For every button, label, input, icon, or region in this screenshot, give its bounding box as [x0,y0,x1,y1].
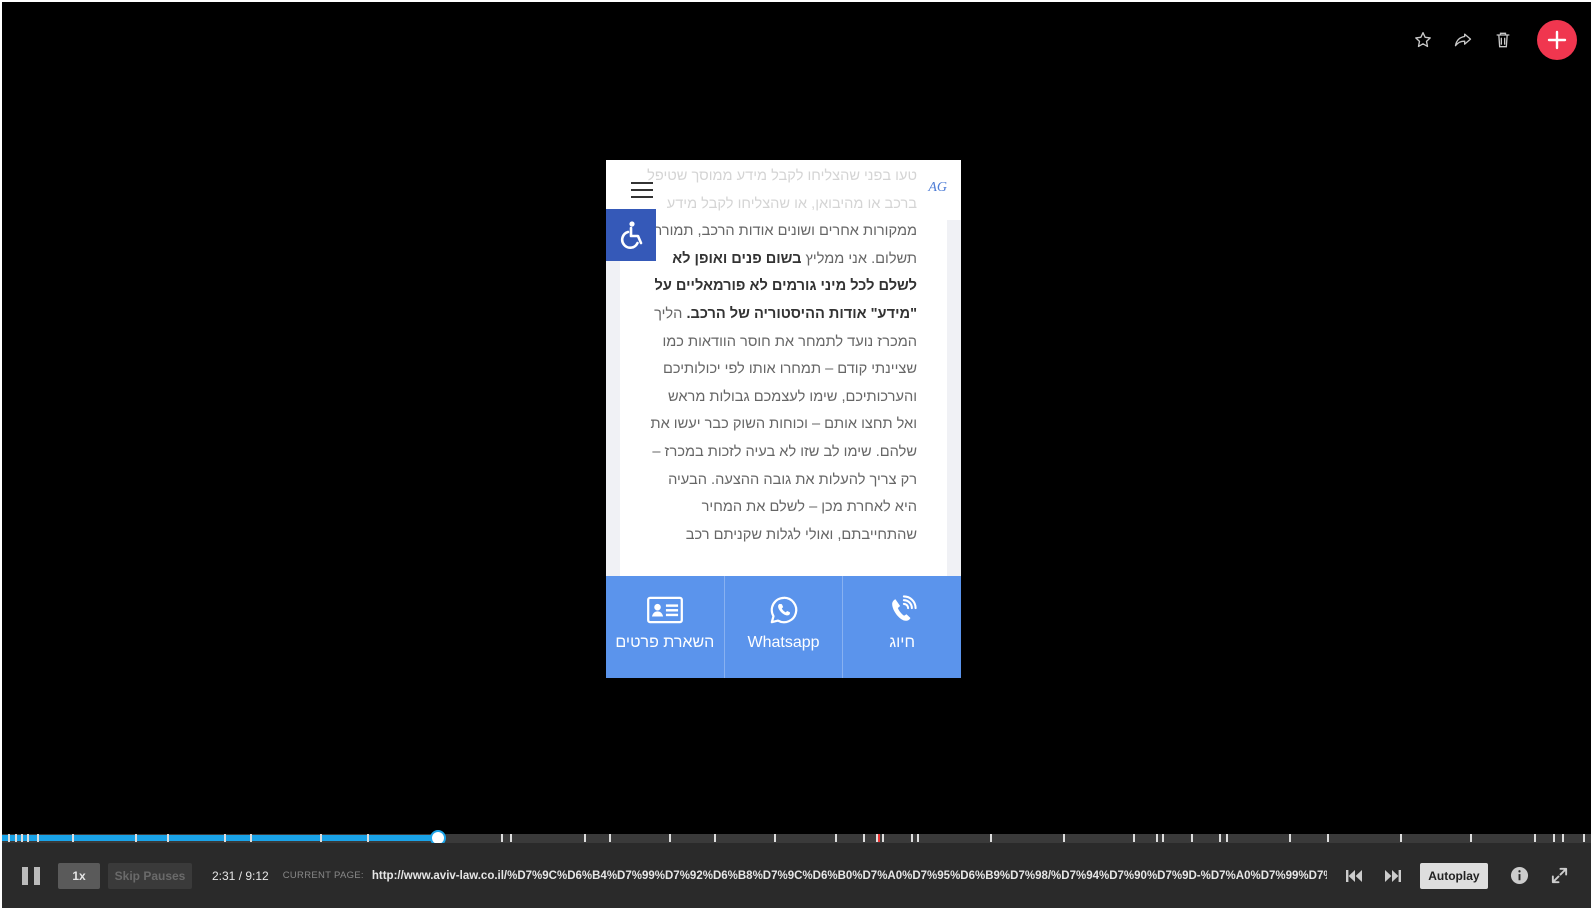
timeline-event-mark[interactable] [1583,834,1586,842]
accessibility-button[interactable] [606,209,656,261]
call-label: חיוג [889,634,915,651]
top-actions [1413,20,1577,60]
article-gutter-left [606,220,620,576]
timeline-event-mark[interactable] [1190,834,1193,842]
recording-stage: טעו בפני שהצליחו לקבל מידע ממוסך שטיפל ב… [2,2,1591,908]
timeline-event-mark[interactable] [1400,834,1403,842]
call-button[interactable]: חיוג [843,576,961,678]
skip-forward-icon[interactable] [1383,866,1403,886]
whatsapp-button[interactable]: Whatsapp [725,576,844,678]
timeline-event-mark[interactable] [1161,834,1164,842]
timeline-event-mark[interactable] [500,834,503,842]
phone-call-icon [892,595,917,621]
pause-icon[interactable] [22,866,40,885]
timeline-event-mark[interactable] [167,834,170,842]
timeline-progress [2,835,439,841]
site-logo[interactable]: AG [928,180,947,196]
timeline-event-mark[interactable] [990,834,993,842]
timeline-event-mark[interactable] [319,834,322,842]
autoplay-button[interactable]: Autoplay [1419,862,1488,889]
playback-timeline[interactable] [2,830,1591,846]
current-page-label: CURRENT PAGE: [282,870,364,881]
timeline-event-mark[interactable] [1155,834,1158,842]
article-gutter-right [947,220,961,576]
leave-details-button[interactable]: השארת פרטים [606,576,725,678]
plus-icon [1547,30,1567,50]
timeline-event-mark[interactable] [249,834,252,842]
timeline-event-mark[interactable] [367,834,370,842]
hamburger-menu-icon[interactable] [631,182,653,198]
skip-back-icon[interactable] [1344,866,1364,886]
info-icon[interactable] [1510,866,1530,886]
timeline-event-mark[interactable] [21,834,24,842]
timeline-event-mark[interactable] [1063,834,1066,842]
timeline-event-mark[interactable] [608,834,611,842]
timeline-event-mark[interactable] [863,834,866,842]
timeline-event-mark[interactable] [510,834,513,842]
timeline-event-mark[interactable] [1133,834,1136,842]
article-paragraph-2: הליך המכרז נועד לתמחר את חוסר הוודאות כמ… [650,305,918,543]
timeline-event-mark[interactable] [882,834,885,842]
trash-icon[interactable] [1493,30,1513,50]
contact-card-icon [646,596,683,624]
timeline-event-mark[interactable] [36,834,39,842]
timeline-event-mark[interactable] [1225,834,1228,842]
timeline-event-mark[interactable] [1552,834,1555,842]
timeline-event-mark[interactable] [1327,834,1330,842]
mobile-header: AG [606,160,961,220]
whatsapp-icon [770,596,797,624]
timeline-event-mark[interactable] [834,834,837,842]
timeline-event-mark[interactable] [1470,834,1473,842]
add-button[interactable] [1537,20,1577,60]
timeline-event-mark[interactable] [1219,834,1222,842]
playback-time: 2:31 / 9:12 [212,868,269,883]
article-content: טעו בפני שהצליחו לקבל מידע ממוסך שטיפל ב… [620,160,947,576]
timeline-event-mark[interactable] [135,834,138,842]
current-page-url: http://www.aviv-law.co.il/%D7%9C%D6%B4%D… [371,869,1327,882]
timeline-event-mark[interactable] [14,834,17,842]
page-preview: טעו בפני שהצליחו לקבל מידע ממוסך שטיפל ב… [606,160,961,678]
player-controls: 1x Skip Pauses 2:31 / 9:12 CURRENT PAGE:… [2,843,1591,908]
timeline-event-mark[interactable] [224,834,227,842]
timeline-error-mark[interactable] [877,834,880,842]
timeline-event-mark[interactable] [583,834,586,842]
timeline-event-mark[interactable] [917,834,920,842]
playback-speed-button[interactable]: 1x [58,862,100,889]
leave-details-label: השארת פרטים [615,634,715,651]
share-icon[interactable] [1453,30,1473,50]
timeline-event-mark[interactable] [713,834,716,842]
timeline-event-mark[interactable] [1562,834,1565,842]
timeline-event-mark[interactable] [71,834,74,842]
timeline-event-mark[interactable] [910,834,913,842]
timeline-event-mark[interactable] [774,834,777,842]
timeline-event-mark[interactable] [669,834,672,842]
fullscreen-icon[interactable] [1550,866,1570,886]
whatsapp-label: Whatsapp [747,634,820,651]
timeline-event-mark[interactable] [8,834,11,842]
cta-bar: השארת פרטים Whatsapp חיוג [606,576,961,678]
star-icon[interactable] [1413,30,1433,50]
skip-pauses-button[interactable]: Skip Pauses [108,862,192,889]
timeline-event-mark[interactable] [1533,834,1536,842]
wheelchair-icon [620,221,643,249]
timeline-event-mark[interactable] [27,834,30,842]
timeline-event-mark[interactable] [1289,834,1292,842]
